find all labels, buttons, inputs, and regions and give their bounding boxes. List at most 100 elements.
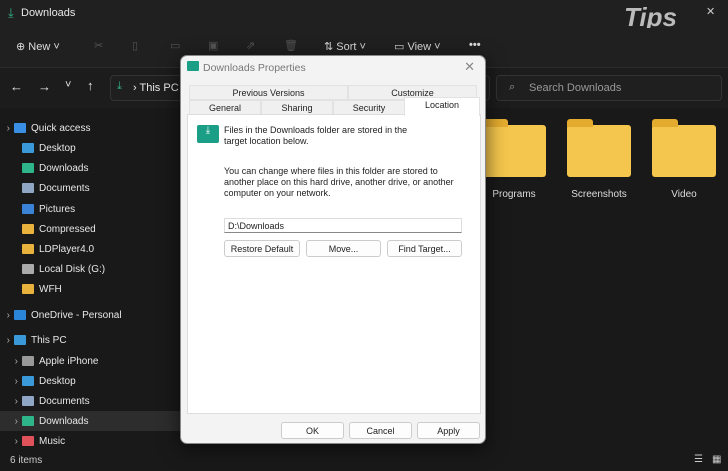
search-placeholder: Search Downloads [529,82,622,94]
sidebar-item[interactable]: › OneDrive - Personal [0,305,180,325]
sidebar-item[interactable]: › This PC [0,330,180,350]
location-path-input[interactable]: D:\Downloads [224,218,462,233]
item-icon [22,284,34,294]
sidebar-item[interactable]: › Documents [0,391,180,411]
details-view-icon[interactable]: ☰ [694,454,703,465]
expand-chevron-icon[interactable]: › [0,416,22,427]
sidebar-item[interactable]: ›WFH [0,279,180,299]
close-window-button[interactable]: ✕ [706,5,715,18]
sidebar-item[interactable]: ›Downloads [0,158,180,178]
paste-icon[interactable]: ▭ [170,39,180,52]
ok-button[interactable]: OK [281,422,344,439]
dialog-close-button[interactable]: ✕ [464,59,475,75]
expand-chevron-icon[interactable]: › [0,123,14,134]
tab-sharing[interactable]: Sharing [261,100,333,115]
move-button[interactable]: Move... [306,240,381,257]
new-button[interactable]: ⊕ New ˅ [16,40,60,53]
sidebar-item[interactable]: ›Local Disk (G:) [0,259,180,279]
item-icon [22,204,34,214]
navigation-pane: ›Quick access›Desktop›Downloads›Document… [0,112,180,452]
status-bar: 6 items ☰ ▦ [0,452,728,471]
title-bar: ⤓ Downloads Tips ✕ [0,0,728,32]
sidebar-item[interactable]: ›Documents [0,178,180,198]
window-title: Downloads [21,7,76,19]
search-input[interactable]: ⌕ Search Downloads [496,75,722,101]
tab-location[interactable]: Location [404,97,480,116]
sidebar-item[interactable]: › Apple iPhone [0,351,180,371]
item-icon [22,264,34,274]
apply-button[interactable]: Apply [417,422,480,439]
item-icon [22,143,34,153]
sidebar-item[interactable]: ›Desktop [0,138,180,158]
sidebar-item-label: Local Disk (G:) [39,263,106,275]
sidebar-item-label: Downloads [39,415,89,427]
delete-icon[interactable]: 🗑 [284,39,298,52]
item-icon [22,183,34,193]
folder-label: Programs [492,189,536,200]
properties-dialog: Downloads Properties ✕ Previous Versions… [180,55,486,444]
tab-general[interactable]: General [189,100,261,115]
folder-icon [482,119,546,177]
cancel-button[interactable]: Cancel [349,422,412,439]
folder-item[interactable]: Screenshots [567,119,631,200]
expand-chevron-icon[interactable]: › [0,356,22,367]
item-icon [14,310,26,320]
forward-button[interactable]: → [38,79,51,94]
restore-default-button[interactable]: Restore Default [224,240,300,257]
item-icon [22,396,34,406]
sidebar-item[interactable]: ›Compressed [0,219,180,239]
expand-chevron-icon[interactable]: › [0,376,22,387]
sidebar-item[interactable]: ›Pictures [0,199,180,219]
location-panel: ⤓ Files in the Downloads folder are stor… [187,114,481,414]
sidebar-item-label: WFH [39,283,62,295]
sidebar-item-label: This PC [31,334,67,346]
breadcrumb-this-pc[interactable]: This PC [140,82,179,94]
tab-previous-versions[interactable]: Previous Versions [189,85,348,100]
description-text: You can change where files in this folde… [224,166,454,198]
folder-label: Video [671,189,697,200]
cut-icon[interactable]: ✂ [94,39,103,52]
find-target-button[interactable]: Find Target... [387,240,462,257]
folder-label: Screenshots [571,189,627,200]
expand-chevron-icon[interactable]: › [0,335,14,346]
back-button[interactable]: ← [10,79,23,94]
sidebar-item-label: Quick access [31,122,91,134]
expand-chevron-icon[interactable]: › [0,310,14,321]
sidebar-item-label: Documents [39,395,90,407]
up-button[interactable]: ↑ [87,78,94,93]
item-icon [22,416,34,426]
sidebar-item[interactable]: › Downloads [0,411,180,431]
tab-security[interactable]: Security [333,100,405,115]
copy-icon[interactable]: ▯ [132,39,138,52]
view-label: View [407,41,432,53]
folder-item[interactable]: Video [652,119,716,200]
sidebar-item-label: Compressed [39,223,96,235]
item-icon [22,244,34,254]
item-icon [22,436,34,446]
sidebar-item[interactable]: ›LDPlayer4.0 [0,239,180,259]
sidebar-item[interactable]: › Quick access [0,118,180,138]
sort-button[interactable]: ⇅ Sort ˅ [324,40,366,53]
tiles-view-icon[interactable]: ▦ [712,454,721,465]
folder-item[interactable]: Programs [482,119,546,200]
sidebar-item-label: Documents [39,182,90,194]
sidebar-item-label: Desktop [39,142,76,154]
more-button[interactable]: ••• [469,39,481,51]
sidebar-item-label: Desktop [39,375,76,387]
info-text: Files in the Downloads folder are stored… [224,125,408,146]
view-button[interactable]: ▭ View ˅ [394,40,441,53]
rename-icon[interactable]: ▣ [208,39,218,52]
item-icon [22,356,34,366]
sidebar-item-label: OneDrive - Personal [31,309,122,321]
sort-label: Sort [336,41,357,53]
item-icon [14,335,26,345]
sidebar-item-label: Apple iPhone [39,355,99,367]
share-icon[interactable]: ⇗ [246,39,255,52]
expand-chevron-icon[interactable]: › [0,436,22,447]
item-count: 6 items [10,455,43,466]
sidebar-item[interactable]: › Music [0,431,180,451]
sidebar-item[interactable]: › Desktop [0,371,180,391]
expand-chevron-icon[interactable]: › [0,396,22,407]
recent-chevron-icon[interactable]: ˅ [65,79,71,91]
new-label: New [28,41,51,53]
